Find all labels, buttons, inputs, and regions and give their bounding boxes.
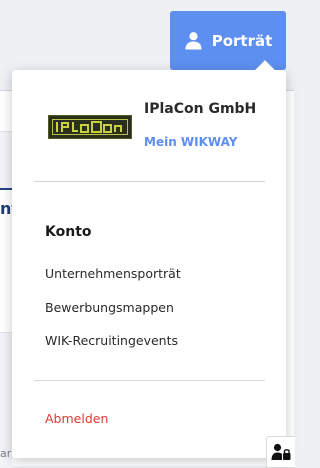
account-dropdown-menu: IPlaCon GmbH Mein WIKWAY Konto Unternehm…	[12, 60, 286, 458]
account-button-label: Porträt	[211, 31, 273, 50]
background-text-fragment: ar	[0, 447, 12, 460]
background-panel	[0, 131, 12, 190]
account-portrait-button[interactable]: Porträt	[170, 11, 286, 70]
menu-item-bewerbungsmappen[interactable]: Bewerbungsmappen	[45, 299, 265, 317]
menu-item-recruitingevents[interactable]: WIK-Recruitingevents	[45, 332, 265, 350]
logout-link[interactable]: Abmelden	[45, 410, 245, 428]
company-logo-frame	[52, 119, 128, 135]
divider	[34, 380, 265, 381]
menu-item-unternehmensportraet[interactable]: Unternehmensporträt	[45, 265, 265, 283]
user-lock-icon	[271, 443, 291, 461]
mein-wikway-link[interactable]: Mein WIKWAY	[144, 133, 274, 151]
user-icon	[184, 31, 203, 50]
section-heading-konto: Konto	[45, 224, 92, 240]
company-name: IPlaCon GmbH	[144, 101, 257, 117]
privacy-settings-button[interactable]	[266, 436, 295, 468]
divider	[34, 181, 265, 182]
background-heading-fragment: nt	[0, 199, 12, 218]
company-logo	[48, 115, 132, 139]
